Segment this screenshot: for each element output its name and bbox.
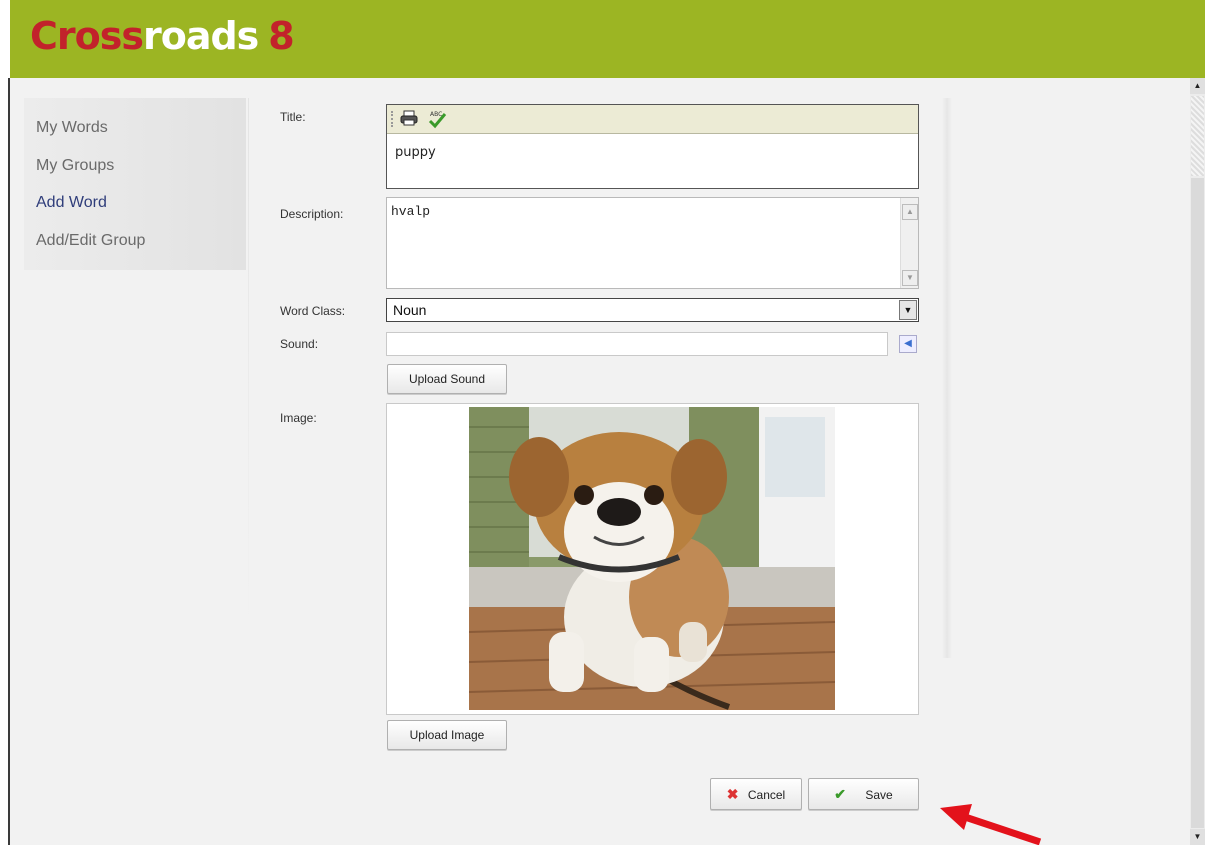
- sidebar: My Words My Groups Add Word Add/Edit Gro…: [24, 98, 246, 270]
- logo-text-roads: roads: [142, 14, 259, 58]
- description-textarea[interactable]: hvalp ▲ ▼: [386, 197, 919, 289]
- sidebar-item-my-groups[interactable]: My Groups: [36, 157, 114, 175]
- page-scroll-up-icon[interactable]: ▲: [1190, 78, 1205, 94]
- editor-toolbar: ABC: [387, 105, 918, 134]
- scroll-up-icon[interactable]: ▲: [902, 204, 918, 220]
- logo-version: 8: [268, 14, 294, 58]
- cancel-label: Cancel: [747, 788, 786, 802]
- sidebar-item-add-word[interactable]: Add Word: [36, 194, 107, 212]
- svg-text:ABC: ABC: [430, 111, 442, 118]
- page-scrollbar[interactable]: ▲ ▼: [1190, 78, 1205, 845]
- app-logo: Crossroads 8: [30, 14, 295, 58]
- description-scrollbar[interactable]: ▲ ▼: [900, 198, 918, 288]
- puppy-photo: [469, 407, 835, 710]
- page-scroll-down-icon[interactable]: ▼: [1190, 829, 1205, 845]
- sidebar-item-add-edit-group[interactable]: Add/Edit Group: [36, 232, 145, 250]
- save-check-icon: ✔: [834, 786, 847, 802]
- app-header: Crossroads 8: [10, 0, 1205, 78]
- logo-text-cross: Cross: [30, 14, 144, 58]
- title-editor[interactable]: ABC puppy: [386, 104, 919, 189]
- cancel-button[interactable]: ✖ Cancel: [710, 778, 802, 810]
- save-label: Save: [865, 788, 893, 802]
- description-value: hvalp: [391, 204, 431, 219]
- title-value: puppy: [395, 145, 436, 160]
- scroll-down-icon[interactable]: ▼: [902, 270, 918, 286]
- page-scroll-track[interactable]: [1191, 178, 1204, 828]
- chevron-down-icon[interactable]: ▼: [899, 300, 917, 320]
- sidebar-item-my-words[interactable]: My Words: [36, 119, 108, 137]
- spellcheck-icon[interactable]: ABC: [427, 109, 447, 129]
- main-content: My Words My Groups Add Word Add/Edit Gro…: [10, 78, 1190, 845]
- sound-label: Sound:: [280, 337, 319, 351]
- save-button[interactable]: ✔ Save: [808, 778, 919, 810]
- annotation-arrow-icon: [940, 804, 1042, 845]
- print-icon[interactable]: [399, 109, 419, 129]
- word-class-value: Noun: [393, 302, 427, 318]
- image-label: Image:: [280, 411, 317, 425]
- cancel-x-icon: ✖: [726, 786, 739, 802]
- upload-sound-button[interactable]: Upload Sound: [387, 364, 507, 394]
- upload-image-button[interactable]: Upload Image: [387, 720, 507, 750]
- image-preview-box: [386, 403, 919, 715]
- form-edge-shadow: [942, 98, 952, 658]
- toolbar-grip: [391, 111, 395, 127]
- title-label: Title:: [280, 110, 306, 124]
- description-label: Description:: [280, 207, 344, 221]
- page-scroll-thumb[interactable]: [1191, 96, 1204, 176]
- word-class-label: Word Class:: [280, 304, 346, 318]
- speaker-icon[interactable]: ◀: [899, 335, 917, 353]
- sidebar-divider: [248, 98, 249, 638]
- sound-input[interactable]: [386, 332, 888, 356]
- word-class-select[interactable]: Noun ▼: [386, 298, 919, 322]
